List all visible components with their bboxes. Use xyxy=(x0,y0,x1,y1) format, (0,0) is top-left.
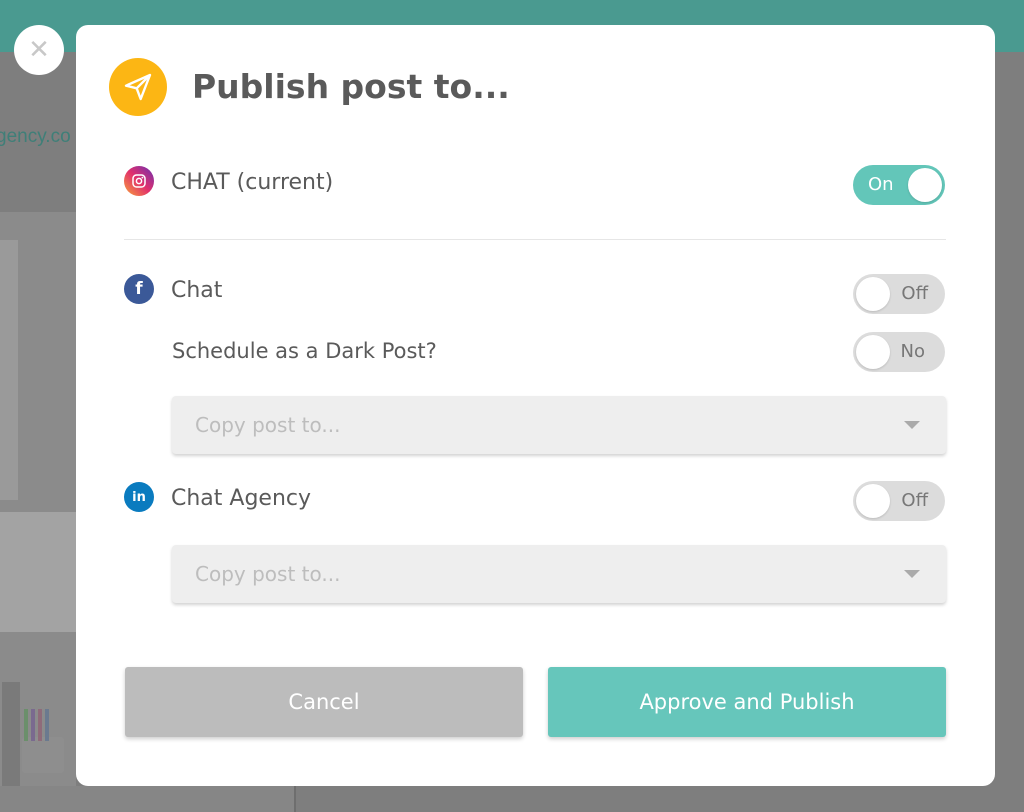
background-image-wall xyxy=(0,240,18,500)
network-label-instagram: CHAT (current) xyxy=(171,170,334,195)
linkedin-icon: in xyxy=(124,482,154,512)
toggle-state-label: Off xyxy=(901,490,928,511)
facebook-icon: f xyxy=(124,274,154,304)
linkedin-copy-post-select[interactable]: Copy post to... xyxy=(172,545,946,603)
background-image-book xyxy=(2,682,20,792)
toggle-knob xyxy=(908,168,942,202)
approve-and-publish-button[interactable]: Approve and Publish xyxy=(548,667,946,737)
cancel-button[interactable]: Cancel xyxy=(125,667,523,737)
background-url-link: gency.co xyxy=(0,126,71,147)
publish-dialog: Publish post to... CHAT (current) On f C… xyxy=(76,25,995,786)
facebook-publish-toggle[interactable]: Off xyxy=(853,274,945,314)
toggle-state-label: On xyxy=(868,174,894,195)
close-icon: ✕ xyxy=(28,35,50,65)
toggle-knob xyxy=(856,277,890,311)
close-button[interactable]: ✕ xyxy=(14,25,64,75)
chevron-down-icon xyxy=(904,570,920,578)
network-label-linkedin: Chat Agency xyxy=(171,486,312,511)
dark-post-toggle[interactable]: No xyxy=(853,332,945,372)
background-image-cup xyxy=(22,737,64,773)
select-placeholder: Copy post to... xyxy=(195,562,341,586)
toggle-knob xyxy=(856,335,890,369)
background-panel xyxy=(0,786,296,812)
select-placeholder: Copy post to... xyxy=(195,413,341,437)
chevron-down-icon xyxy=(904,421,920,429)
background-image-shelf xyxy=(0,512,76,632)
toggle-state-label: Off xyxy=(901,283,928,304)
toggle-state-label: No xyxy=(900,341,925,362)
linkedin-publish-toggle[interactable]: Off xyxy=(853,481,945,521)
background-post-image xyxy=(0,212,76,812)
paper-plane-icon xyxy=(109,58,167,116)
instagram-publish-toggle[interactable]: On xyxy=(853,165,945,205)
toggle-knob xyxy=(856,484,890,518)
background-image-pen xyxy=(31,709,35,741)
dialog-title: Publish post to... xyxy=(192,67,510,106)
facebook-copy-post-select[interactable]: Copy post to... xyxy=(172,396,946,454)
section-divider xyxy=(124,239,946,240)
instagram-icon xyxy=(124,166,154,196)
dark-post-label: Schedule as a Dark Post? xyxy=(172,339,437,363)
background-image-pen xyxy=(24,709,28,741)
linkedin-glyph: in xyxy=(132,489,146,505)
facebook-glyph: f xyxy=(135,279,143,299)
background-image-pen xyxy=(38,709,42,741)
network-label-facebook: Chat xyxy=(171,278,223,303)
background-image-pen xyxy=(45,709,49,741)
